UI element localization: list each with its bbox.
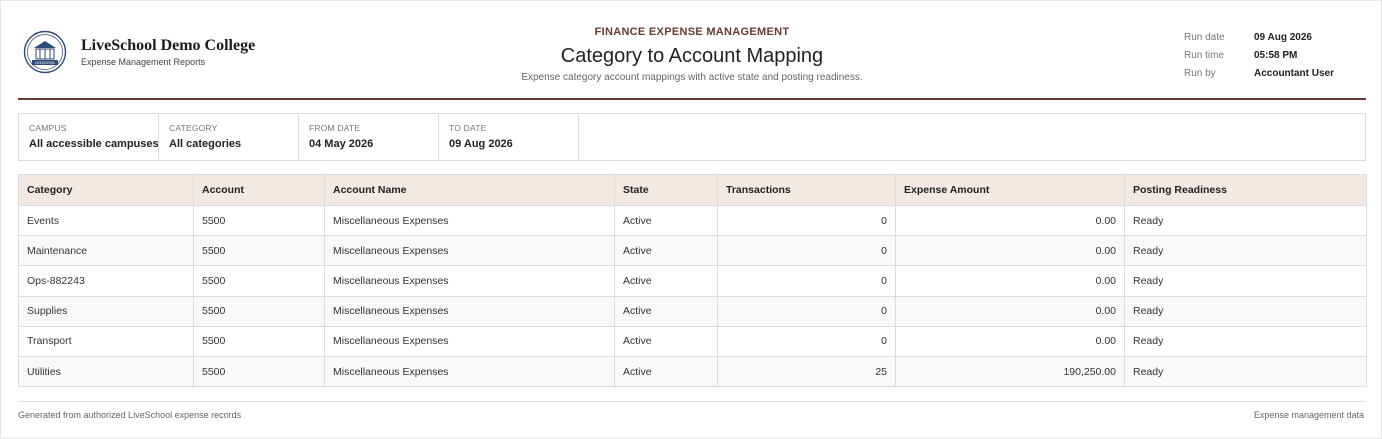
cell-account: 5500 [193,235,325,267]
run-by-label: Run by [1184,67,1216,79]
cell-account-name: Miscellaneous Expenses [324,355,615,388]
run-time-value: 05:58 PM [1254,49,1298,61]
page-title: Category to Account Mapping [560,45,824,67]
column-header-transactions: Transactions [717,174,896,206]
cell-transactions: 0 [717,204,896,237]
filter-value: 09 Aug 2026 [449,138,513,150]
table-row: Maintenance 5500 Miscellaneous Expenses … [18,235,1367,267]
cell-posting-readiness: Ready [1124,355,1367,388]
cell-account: 5500 [193,265,325,297]
cell-category: Ops-882243 [18,265,194,297]
cell-posting-readiness: Ready [1124,204,1367,237]
filter-summary: CAMPUS All accessible campuses CATEGORY … [18,113,1366,161]
cell-state: Active [614,325,718,357]
column-header-account: Account [193,174,325,206]
table-header-row: Category Account Account Name State Tran… [18,174,1367,206]
cell-account: 5500 [193,325,325,357]
footer-data-label: Expense management data [1253,410,1364,420]
header-divider [18,98,1366,100]
run-info: Run date 09 Aug 2026 Run time 05:58 PM R… [1184,28,1334,82]
filter-campus: CAMPUS All accessible campuses [19,114,159,160]
cell-category: Events [18,204,194,237]
run-by-value: Accountant User [1254,67,1335,79]
cell-posting-readiness: Ready [1124,295,1367,327]
column-header-expense-amount: Expense Amount [895,174,1125,206]
run-date-label: Run date [1184,31,1225,43]
table-row: Supplies 5500 Miscellaneous Expenses Act… [18,295,1367,327]
cell-category: Maintenance [18,235,194,267]
column-header-category: Category [18,174,194,206]
cell-state: Active [614,235,718,267]
cell-category: Utilities [18,355,194,388]
cell-transactions: 0 [717,295,896,327]
cell-expense-amount: 0.00 [895,235,1125,267]
filter-label: CAMPUS [29,123,67,133]
cell-account: 5500 [193,204,325,237]
run-date-row: Run date 09 Aug 2026 [1184,28,1334,46]
cell-expense-amount: 0.00 [895,265,1125,297]
cell-account: 5500 [193,295,325,327]
cell-account: 5500 [193,355,325,388]
cell-state: Active [614,204,718,237]
table-row: Ops-882243 5500 Miscellaneous Expenses A… [18,265,1367,297]
mapping-table: Category Account Account Name State Tran… [18,174,1367,388]
run-by-row: Run by Accountant User [1184,64,1334,82]
cell-expense-amount: 0.00 [895,295,1125,327]
run-date-value: 09 Aug 2026 [1254,31,1312,43]
cell-state: Active [614,265,718,297]
cell-account-name: Miscellaneous Expenses [324,204,615,237]
cell-state: Active [614,355,718,388]
cell-account-name: Miscellaneous Expenses [324,295,615,327]
column-header-account-name: Account Name [324,174,615,206]
run-time-label: Run time [1184,49,1225,61]
cell-expense-amount: 0.00 [895,204,1125,237]
filter-category: CATEGORY All categories [159,114,299,160]
filter-to-date: TO DATE 09 Aug 2026 [439,114,579,160]
table-row: Utilities 5500 Miscellaneous Expenses Ac… [18,355,1367,388]
cell-posting-readiness: Ready [1124,265,1367,297]
filter-label: FROM DATE [309,123,361,133]
column-header-posting-readiness: Posting Readiness [1124,174,1367,206]
report-description: Expense category account mappings with a… [521,72,863,83]
cell-posting-readiness: Ready [1124,235,1367,267]
cell-category: Transport [18,325,194,357]
run-time-row: Run time 05:58 PM [1184,46,1334,64]
footer-divider [18,401,1366,402]
filter-value: 04 May 2026 [309,138,374,150]
cell-transactions: 25 [717,355,896,388]
cell-posting-readiness: Ready [1124,325,1367,357]
cell-account-name: Miscellaneous Expenses [324,325,615,357]
cell-expense-amount: 0.00 [895,325,1125,357]
filter-label: TO DATE [449,123,487,133]
filter-from-date: FROM DATE 04 May 2026 [299,114,439,160]
column-header-state: State [614,174,718,206]
report-eyebrow: FINANCE EXPENSE MANAGEMENT [594,26,790,38]
table-row: Transport 5500 Miscellaneous Expenses Ac… [18,325,1367,357]
cell-account-name: Miscellaneous Expenses [324,235,615,267]
cell-transactions: 0 [717,325,896,357]
filter-value: All categories [169,138,242,150]
report-page: LIVESCHOOL LiveSchool Demo College Expen… [0,0,1382,439]
cell-transactions: 0 [717,265,896,297]
cell-account-name: Miscellaneous Expenses [324,265,615,297]
cell-transactions: 0 [717,235,896,267]
cell-expense-amount: 190,250.00 [895,355,1125,388]
cell-state: Active [614,295,718,327]
footer-source-note: Generated from authorized LiveSchool exp… [18,410,242,420]
cell-category: Supplies [18,295,194,327]
table-row: Events 5500 Miscellaneous Expenses Activ… [18,204,1367,237]
filter-label: CATEGORY [169,123,218,133]
filter-value: All accessible campuses [29,138,159,150]
